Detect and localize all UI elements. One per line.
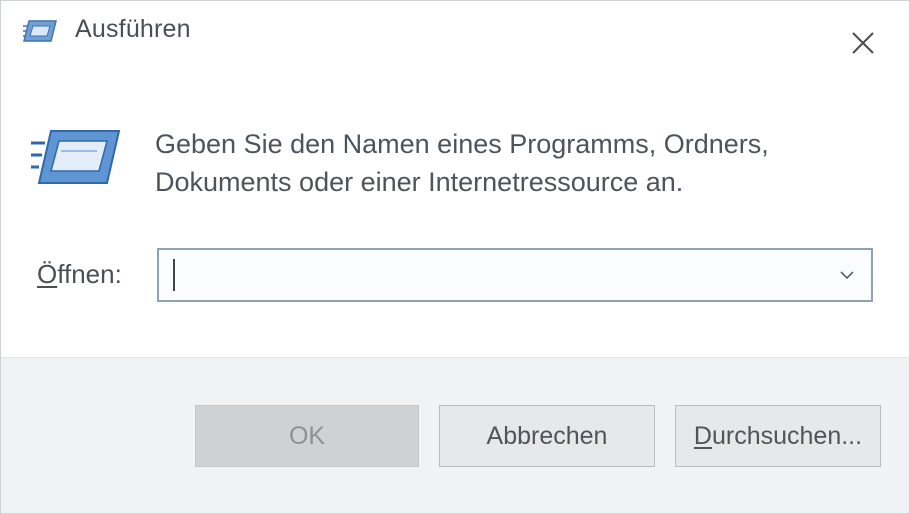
close-button[interactable]: [843, 23, 883, 63]
text-caret: [173, 259, 175, 291]
chevron-down-icon: [840, 271, 854, 280]
run-icon: [23, 18, 57, 44]
description-line-1: Geben Sie den Namen eines Programms, Ord…: [155, 129, 769, 159]
run-dialog: Ausführen Geben Sie den Namen eines Prog…: [0, 0, 910, 514]
browse-button[interactable]: Durchsuchen...: [675, 405, 881, 467]
window-title: Ausführen: [75, 15, 191, 43]
open-input[interactable]: [159, 250, 819, 300]
run-program-icon: [31, 125, 121, 187]
open-combobox[interactable]: [157, 248, 873, 302]
open-dropdown-button[interactable]: [829, 256, 865, 294]
open-label-text: ffnen:: [57, 259, 122, 289]
browse-mnemonic: D: [693, 421, 712, 450]
cancel-button[interactable]: Abbrechen: [439, 405, 655, 467]
browse-label: urchsuchen...: [711, 421, 863, 450]
open-label-mnemonic: Ö: [37, 259, 58, 289]
close-icon: [852, 32, 874, 54]
ok-button[interactable]: OK: [195, 405, 419, 467]
title-bar[interactable]: Ausführen: [1, 1, 909, 67]
description-line-2: Dokuments oder einer Internetressource a…: [155, 167, 684, 197]
open-label: Öffnen:: [37, 259, 122, 290]
dialog-description: Geben Sie den Namen eines Programms, Ord…: [155, 125, 855, 201]
